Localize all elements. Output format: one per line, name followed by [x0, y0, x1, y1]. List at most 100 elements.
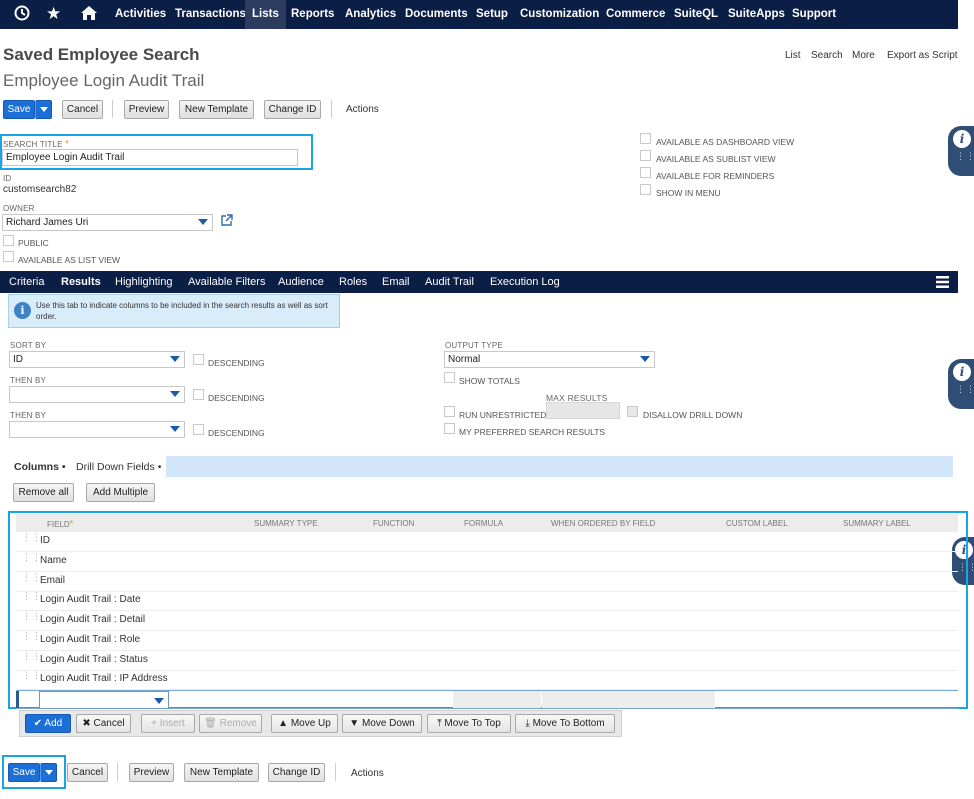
nav-activities[interactable]: Activities	[115, 0, 166, 29]
preview-button[interactable]: Preview	[124, 100, 169, 119]
table-row[interactable]: ⋮⋮ Login Audit Trail : IP Address	[16, 670, 958, 690]
run-unrestricted-checkbox[interactable]	[444, 406, 455, 417]
nav-suiteapps[interactable]: SuiteApps	[728, 0, 785, 29]
nav-documents[interactable]: Documents	[405, 0, 468, 29]
nav-analytics[interactable]: Analytics	[345, 0, 396, 29]
remove-all-button[interactable]: Remove all	[13, 483, 74, 502]
export-as-script-link[interactable]: Export as Script	[887, 50, 958, 61]
nav-support[interactable]: Support	[792, 0, 836, 29]
cancel-button[interactable]: Cancel	[67, 763, 108, 782]
show-in-menu-checkbox[interactable]	[640, 184, 651, 195]
more-link[interactable]: More	[852, 50, 875, 61]
tab-roles[interactable]: Roles	[339, 271, 367, 293]
change-id-button[interactable]: Change ID	[268, 763, 325, 782]
save-dropdown-button[interactable]	[40, 763, 57, 782]
tab-criteria[interactable]: Criteria	[9, 271, 44, 293]
tab-execution-log[interactable]: Execution Log	[490, 271, 560, 293]
move-down-button[interactable]: ▼ Move Down	[342, 714, 422, 733]
table-row[interactable]: ⋮⋮ Login Audit Trail : Detail	[16, 611, 958, 631]
tab-audience[interactable]: Audience	[278, 271, 324, 293]
grip-icon[interactable]: ⋮⋮	[22, 632, 42, 641]
sort-by-value: ID	[13, 354, 23, 365]
table-row[interactable]: ⋮⋮ Name	[16, 552, 958, 572]
grip-icon[interactable]: ⋮⋮	[22, 533, 42, 542]
nav-suiteql[interactable]: SuiteQL	[674, 0, 718, 29]
max-results-input[interactable]	[546, 402, 620, 419]
preview-button[interactable]: Preview	[129, 763, 174, 782]
sort-by-select[interactable]: ID	[9, 351, 185, 368]
available-list-view-checkbox[interactable]	[3, 251, 14, 262]
grip-icon[interactable]: ⋮⋮	[22, 592, 42, 601]
subtab-columns[interactable]: Columns •	[14, 461, 66, 473]
open-link-icon[interactable]	[220, 214, 233, 230]
nav-customization[interactable]: Customization	[520, 0, 599, 29]
field-select[interactable]	[39, 691, 169, 709]
tab-audit-trail[interactable]: Audit Trail	[425, 271, 474, 293]
owner-select[interactable]: Richard James Uri	[2, 214, 213, 231]
move-to-bottom-button[interactable]: ⤓ Move To Bottom	[515, 714, 615, 733]
list-link[interactable]: List	[785, 50, 801, 61]
nav-reports[interactable]: Reports	[291, 0, 334, 29]
search-link[interactable]: Search	[811, 50, 843, 61]
actions-menu[interactable]: Actions	[346, 104, 379, 115]
preferred-results-checkbox[interactable]	[444, 423, 455, 434]
column-header-summary-type: SUMMARY TYPE	[254, 519, 318, 528]
nav-setup[interactable]: Setup	[476, 0, 508, 29]
grip-icon[interactable]: ⋮⋮	[22, 671, 42, 680]
move-up-button[interactable]: ▲ Move Up	[271, 714, 338, 733]
table-row[interactable]: ⋮⋮ ID	[16, 532, 958, 552]
move-to-top-button[interactable]: ⤒ Move To Top	[427, 714, 511, 733]
grip-icon[interactable]: ⋮⋮	[22, 573, 42, 582]
then-by-select[interactable]	[9, 421, 185, 438]
save-dropdown-button[interactable]	[35, 100, 52, 119]
column-header-custom-label: CUSTOM LABEL	[726, 519, 788, 528]
descending-checkbox[interactable]	[193, 424, 204, 435]
nav-transactions[interactable]: Transactions	[175, 0, 246, 29]
grip-icon[interactable]: ⋮⋮	[22, 612, 42, 621]
grip-icon[interactable]: ⋮⋮	[22, 553, 42, 562]
descending-checkbox[interactable]	[193, 389, 204, 400]
show-totals-checkbox[interactable]	[444, 372, 455, 383]
available-reminders-checkbox[interactable]	[640, 167, 651, 178]
tab-email[interactable]: Email	[382, 271, 410, 293]
star-icon[interactable]: ★	[46, 4, 61, 24]
output-type-select[interactable]: Normal	[444, 351, 655, 368]
table-row[interactable]: ⋮⋮ Email	[16, 572, 958, 592]
history-icon[interactable]	[13, 4, 31, 27]
remove-row-button[interactable]: 🗑 Remove	[199, 714, 262, 733]
add-multiple-button[interactable]: Add Multiple	[86, 483, 155, 502]
cancel-row-button[interactable]: ✖ Cancel	[76, 714, 131, 733]
grip-icon[interactable]: ⋮⋮	[22, 652, 42, 661]
side-help-widget[interactable]: i ⋮⋮	[948, 126, 974, 176]
nav-commerce[interactable]: Commerce	[606, 0, 665, 29]
available-dashboard-checkbox[interactable]	[640, 133, 651, 144]
new-template-button[interactable]: New Template	[184, 763, 259, 782]
tab-results[interactable]: Results	[61, 271, 101, 293]
then-by-select[interactable]	[9, 386, 185, 403]
available-sublist-checkbox[interactable]	[640, 150, 651, 161]
save-button[interactable]: Save	[8, 763, 40, 782]
descending-checkbox[interactable]	[193, 354, 204, 365]
table-row[interactable]: ⋮⋮ Login Audit Trail : Role	[16, 631, 958, 651]
output-type-label: OUTPUT TYPE	[445, 341, 503, 350]
table-row[interactable]: ⋮⋮ Login Audit Trail : Date	[16, 591, 958, 611]
save-button[interactable]: Save	[3, 100, 35, 119]
tab-highlighting[interactable]: Highlighting	[115, 271, 172, 293]
disallow-drill-down-checkbox[interactable]	[627, 406, 638, 417]
home-icon[interactable]	[80, 4, 98, 27]
search-title-input[interactable]: Employee Login Audit Trail	[2, 149, 298, 166]
public-checkbox[interactable]	[3, 235, 14, 246]
new-template-button[interactable]: New Template	[179, 100, 254, 119]
actions-menu[interactable]: Actions	[351, 768, 384, 779]
change-id-button[interactable]: Change ID	[264, 100, 321, 119]
insert-row-button[interactable]: + Insert	[141, 714, 195, 733]
table-row[interactable]: ⋮⋮ Login Audit Trail : Status	[16, 651, 958, 671]
cancel-button[interactable]: Cancel	[62, 100, 103, 119]
column-header-field: FIELD*	[47, 519, 74, 530]
subtab-drill-down-fields[interactable]: Drill Down Fields •	[76, 461, 161, 473]
side-help-widget[interactable]: i ⋮⋮	[948, 359, 974, 409]
add-row-button[interactable]: ✔ Add	[25, 714, 71, 733]
menu-icon[interactable]	[936, 276, 949, 291]
tab-available-filters[interactable]: Available Filters	[188, 271, 265, 293]
nav-lists[interactable]: Lists	[245, 0, 286, 29]
